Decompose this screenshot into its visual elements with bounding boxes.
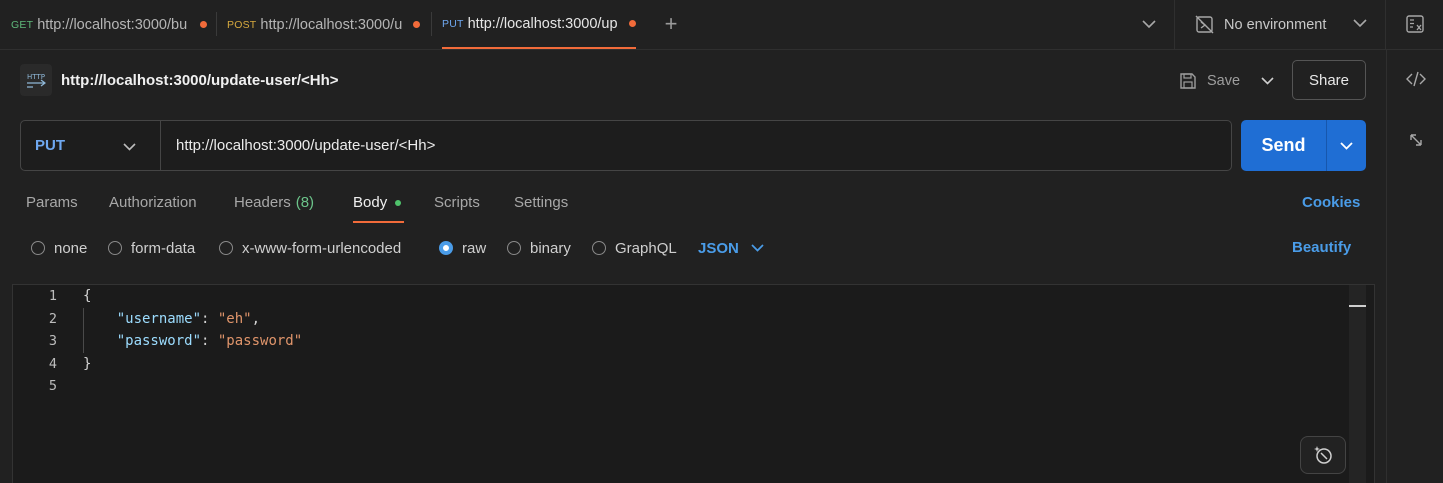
method-value: PUT [35, 137, 65, 154]
url-bar: PUT http://localhost:3000/update-user/<H… [20, 120, 1232, 171]
radio-graphql-label: GraphQL [615, 239, 677, 257]
environment-label: No environment [1224, 16, 1327, 33]
code-line: "username": "eh", [116, 310, 261, 327]
body-type-form-data[interactable]: form-data [108, 237, 195, 259]
tab-divider [216, 12, 217, 36]
active-tab-underline [353, 221, 404, 223]
tab-body-label: Body [353, 194, 388, 211]
environment-selector[interactable]: No environment [1174, 0, 1386, 49]
cookies-link[interactable]: Cookies [1302, 194, 1360, 211]
scroll-position-marker [1349, 305, 1366, 307]
tab-settings[interactable]: Settings [514, 194, 568, 211]
tab-body[interactable]: Body [353, 194, 402, 211]
chevron-down-icon [1353, 19, 1367, 28]
line-number: 1 [48, 288, 57, 304]
radio-binary[interactable] [507, 241, 521, 255]
variables-icon[interactable] [1403, 12, 1427, 36]
tab-url: http://localhost:3000/up [467, 15, 618, 32]
tabs-overflow-chevron-down-icon[interactable] [1138, 13, 1160, 35]
radio-form-data-label: form-data [131, 239, 196, 257]
body-format-select[interactable]: JSON [698, 237, 764, 259]
no-environment-icon [1195, 15, 1214, 34]
json-value: "password" [217, 333, 303, 349]
code-line: { [83, 285, 302, 308]
radio-urlencoded[interactable] [219, 241, 233, 255]
radio-raw[interactable] [439, 241, 453, 255]
headers-count: (8) [295, 194, 315, 211]
brace-open: { [83, 288, 92, 304]
ai-assist-button[interactable] [1300, 436, 1346, 474]
request-tab-get[interactable]: GET http://localhost:3000/bu [11, 0, 211, 49]
tab-divider [431, 12, 432, 36]
json-value: "eh" [217, 310, 252, 327]
new-tab-plus-icon[interactable]: + [660, 11, 682, 36]
json-key: "password" [116, 333, 202, 349]
line-number: 2 [48, 310, 57, 327]
line-number: 4 [48, 355, 57, 372]
body-type-urlencoded[interactable]: x-www-form-urlencoded [219, 237, 401, 259]
send-button[interactable]: Send [1241, 120, 1326, 171]
json-key: "username" [116, 310, 202, 327]
method-select[interactable]: PUT [21, 121, 161, 170]
chevron-down-icon [751, 244, 764, 252]
svg-text:HTTP: HTTP [27, 73, 45, 81]
request-tab-put[interactable]: PUT http://localhost:3000/up [442, 0, 636, 49]
body-type-raw[interactable]: raw [439, 237, 486, 259]
code-line: "password": "password" [116, 333, 303, 349]
radio-raw-label: raw [462, 239, 487, 257]
url-input[interactable]: http://localhost:3000/update-user/<Hh> [176, 121, 435, 170]
radio-graphql[interactable] [592, 241, 606, 255]
tab-url: http://localhost:3000/u [260, 16, 403, 33]
request-tab-post[interactable]: POST http://localhost:3000/u [227, 0, 427, 49]
save-icon [1178, 71, 1198, 91]
tab-headers-label: Headers [234, 194, 291, 211]
radio-form-data[interactable] [108, 241, 122, 255]
beautify-button[interactable]: Beautify [1292, 239, 1351, 256]
editor-scrollbar[interactable] [1349, 285, 1366, 483]
unsaved-dot [628, 20, 636, 27]
tab-scripts[interactable]: Scripts [434, 194, 480, 211]
line-gutter: 1 2 3 4 5 [13, 285, 69, 398]
body-indicator-dot [395, 199, 402, 206]
share-button[interactable]: Share [1292, 60, 1366, 100]
tab-strip: GET http://localhost:3000/bu POST http:/… [0, 0, 1443, 50]
chevron-down-icon [123, 138, 136, 155]
body-type-graphql[interactable]: GraphQL [592, 237, 677, 259]
brace-close: } [83, 355, 92, 372]
body-editor[interactable]: 1 2 3 4 5 { "username": "eh", "password"… [12, 284, 1375, 483]
tab-method: GET [11, 18, 34, 31]
tab-url: http://localhost:3000/bu [37, 16, 188, 33]
request-title[interactable]: http://localhost:3000/update-user/<Hh> [61, 72, 339, 89]
unsaved-dot [413, 21, 421, 28]
save-options-chevron-down-icon[interactable] [1256, 66, 1278, 96]
save-button[interactable]: Save [1178, 66, 1240, 96]
tab-method: PUT [442, 17, 464, 30]
expand-icon[interactable] [1405, 129, 1427, 151]
code-line: } [83, 353, 302, 376]
line-number: 5 [48, 378, 57, 394]
tab-authorization[interactable]: Authorization [109, 194, 197, 211]
sparkle-icon [1312, 444, 1334, 466]
code-content[interactable]: { "username": "eh", "password": "passwor… [83, 285, 302, 398]
radio-none[interactable] [31, 241, 45, 255]
radio-urlencoded-label: x-www-form-urlencoded [242, 239, 402, 257]
line-number: 3 [48, 333, 57, 349]
send-options-chevron-down-icon[interactable] [1326, 120, 1366, 171]
tab-params[interactable]: Params [26, 194, 78, 211]
radio-binary-label: binary [530, 239, 571, 257]
tab-headers[interactable]: Headers (8) [234, 194, 314, 211]
tab-method: POST [227, 18, 257, 31]
http-request-icon: HTTP [20, 64, 52, 96]
save-label: Save [1207, 73, 1241, 89]
right-sidebar [1386, 50, 1443, 483]
radio-none-label: none [54, 239, 88, 257]
body-type-none[interactable]: none [31, 237, 87, 259]
unsaved-dot [200, 21, 208, 28]
code-snippet-icon[interactable] [1405, 68, 1427, 90]
body-format-value: JSON [698, 239, 739, 257]
body-type-binary[interactable]: binary [507, 237, 571, 259]
